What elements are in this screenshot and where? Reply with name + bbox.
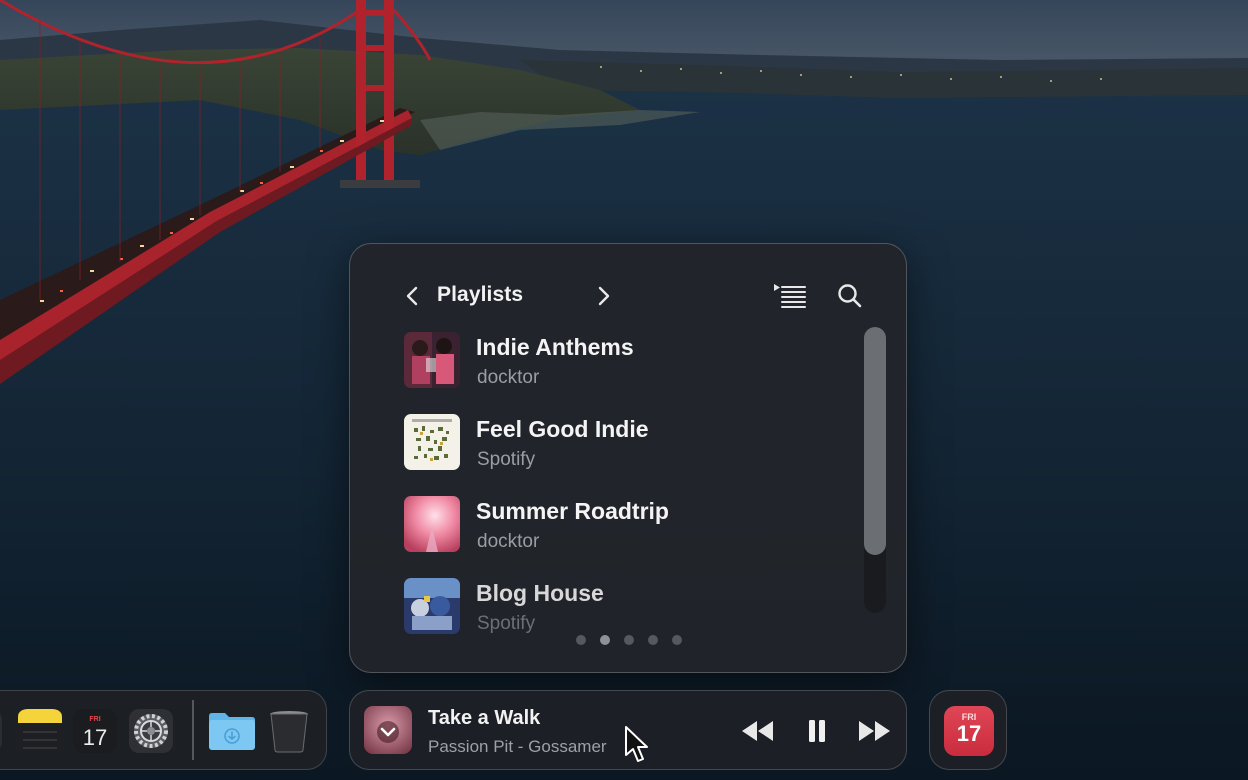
playlist-title: Feel Good Indie (476, 416, 649, 442)
page-dot-active[interactable] (600, 635, 610, 645)
playlist-owner: Spotify (477, 449, 536, 470)
page-indicator (576, 635, 696, 647)
now-playing-widget: Take a Walk Passion Pit - Gossamer (349, 690, 907, 770)
widget-header: Playlists (402, 281, 862, 311)
trash-icon[interactable] (266, 708, 312, 754)
system-settings-icon[interactable] (128, 708, 174, 754)
playlist-owner: docktor (477, 531, 540, 552)
chevron-left-icon[interactable] (402, 285, 422, 307)
playlist-list: Indie Anthems docktor Feel Good Indie Sp… (404, 326, 854, 638)
playlist-cover-image (404, 414, 460, 470)
playlist-cover-image (404, 578, 460, 634)
page-dot[interactable] (648, 635, 658, 645)
list-item[interactable]: Blog House Spotify (404, 572, 844, 636)
calendar-date: 17 (956, 721, 982, 746)
playlist-title: Indie Anthems (476, 334, 634, 360)
list-item[interactable]: Summer Roadtrip docktor (404, 490, 844, 554)
scrollbar-track[interactable] (864, 327, 886, 613)
page-dot[interactable] (576, 635, 586, 645)
calendar-widget: FRI 17 (929, 690, 1007, 770)
playlists-widget: Playlists Indie Anthems docktor Feel Goo… (349, 243, 907, 673)
page-dot[interactable] (672, 635, 682, 645)
now-playing-subtitle: Passion Pit - Gossamer (428, 737, 607, 756)
search-icon[interactable] (835, 281, 865, 311)
rewind-icon[interactable] (740, 717, 776, 745)
now-playing-artwork[interactable] (364, 706, 412, 754)
chevron-right-icon[interactable] (594, 285, 614, 307)
scrollbar-thumb[interactable] (864, 327, 886, 555)
playlist-cover-image (404, 496, 460, 552)
now-playing-title: Take a Walk (428, 707, 541, 729)
notes-icon[interactable] (17, 708, 63, 754)
playlist-title: Blog House (476, 580, 604, 606)
playlist-owner: docktor (477, 367, 540, 388)
playlist-cover-image (404, 332, 460, 388)
app-icon[interactable] (0, 708, 4, 754)
downloads-folder-icon[interactable] (207, 708, 257, 754)
widget-title: Playlists (437, 283, 524, 306)
page-dot[interactable] (624, 635, 634, 645)
playlist-owner: Spotify (477, 613, 536, 634)
calendar-date-tile[interactable]: FRI 17 (944, 706, 994, 756)
pause-icon[interactable] (805, 717, 829, 745)
playlist-title: Summer Roadtrip (476, 498, 669, 524)
list-item[interactable]: Feel Good Indie Spotify (404, 408, 844, 472)
list-item[interactable]: Indie Anthems docktor (404, 326, 844, 390)
fast-forward-icon[interactable] (856, 717, 892, 745)
queue-list-icon[interactable] (772, 281, 808, 311)
calendar-icon[interactable]: FRI 17 (72, 708, 118, 754)
dock-separator (192, 700, 194, 760)
calendar-icon-date: 17 (83, 725, 107, 750)
svg-text:FRI: FRI (89, 716, 100, 723)
